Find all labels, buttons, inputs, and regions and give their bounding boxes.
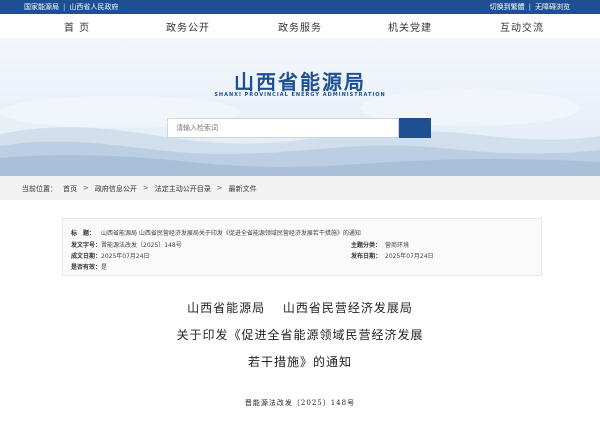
link-traditional-chinese[interactable]: 切换到繁體 (490, 3, 525, 11)
nav-government-affairs[interactable]: 政务公开 (166, 19, 210, 34)
breadcrumb-home[interactable]: 首页 (63, 184, 77, 194)
search-icon (167, 118, 178, 129)
info-key: 是否有效： (71, 264, 102, 271)
info-value: 2025年07月24日 (101, 253, 150, 260)
chevron-right-icon: > (216, 184, 223, 192)
separator: | (63, 3, 66, 11)
info-key: 发文字号： (71, 242, 102, 249)
info-row-doc-no: 发文字号： 晋能源法改发〔2025〕148号 (71, 240, 182, 249)
document-number: 晋能源法改发〔2025〕148号 (244, 399, 356, 407)
site-subtitle: SHANXI PROVINCIAL ENERGY ADMINISTRATION (214, 92, 386, 98)
breadcrumb: 当前位置： 首页 > 政府信息公开 > 法定主动公开目录 > 最新文件 (0, 176, 600, 200)
link-shanxi-government[interactable]: 山西省人民政府 (69, 3, 118, 11)
info-value: 山西省能源局 山西省民营经济发展局关于印发《促进全省能源领域民营经济发展若干措施… (101, 230, 361, 237)
document-info-box: 标 题： 山西省能源局 山西省民营经济发展局关于印发《促进全省能源领域民营经济发… (62, 218, 542, 276)
info-row-title: 标 题： 山西省能源局 山西省民营经济发展局关于印发《促进全省能源领域民营经济发… (71, 228, 361, 237)
document-title-line-3: 若干措施》的通知 (247, 355, 352, 369)
info-value: 晋能源法改发〔2025〕148号 (101, 242, 182, 249)
link-national-energy-admin[interactable]: 国家能源局 (24, 3, 59, 11)
nav-home[interactable]: 首 页 (64, 19, 90, 34)
main-nav: 首 页 政务公开 政务服务 机关党建 互动交流 (0, 14, 600, 39)
top-utility-bar: 国家能源局 | 山西省人民政府 切换到繁體 | 无障碍浏览 (0, 0, 600, 14)
nav-interaction[interactable]: 互动交流 (500, 19, 544, 34)
breadcrumb-label: 当前位置： (22, 185, 57, 193)
info-value: 2025年07月24日 (385, 253, 434, 260)
info-value: 营商环境 (385, 242, 410, 249)
separator: | (528, 3, 531, 11)
nav-government-services[interactable]: 政务服务 (278, 19, 322, 34)
info-row-valid: 是否有效： 是 (71, 262, 107, 271)
search-button[interactable] (167, 118, 431, 138)
search-bar (167, 118, 431, 140)
info-key: 成文日期： (71, 253, 102, 260)
search-input[interactable] (167, 118, 399, 138)
chevron-right-icon: > (83, 184, 89, 192)
header-banner: 山西省能源局 SHANXI PROVINCIAL ENERGY ADMINIST… (0, 38, 600, 176)
document-title-line-2: 关于印发《促进全省能源领域民营经济发展 (176, 328, 424, 342)
banner-landscape (0, 90, 600, 176)
info-key: 标 题： (71, 230, 96, 237)
site-title: 山西省能源局 (234, 70, 366, 94)
info-key: 主题分类： (351, 242, 382, 249)
link-accessibility[interactable]: 无障碍浏览 (535, 3, 570, 11)
nav-party-building[interactable]: 机关党建 (388, 19, 432, 34)
breadcrumb-latest-files[interactable]: 最新文件 (229, 184, 257, 194)
breadcrumb-statutory-catalog[interactable]: 法定主动公开目录 (155, 184, 211, 194)
document-title-line-1: 山西省能源局 山西省民营经济发展局 (187, 301, 413, 315)
info-row-created: 成文日期： 2025年07月24日 (71, 251, 150, 260)
chevron-right-icon: > (142, 184, 149, 192)
breadcrumb-gov-info[interactable]: 政府信息公开 (95, 184, 137, 194)
info-key: 发布日期： (351, 253, 382, 260)
info-value: 是 (101, 264, 108, 271)
